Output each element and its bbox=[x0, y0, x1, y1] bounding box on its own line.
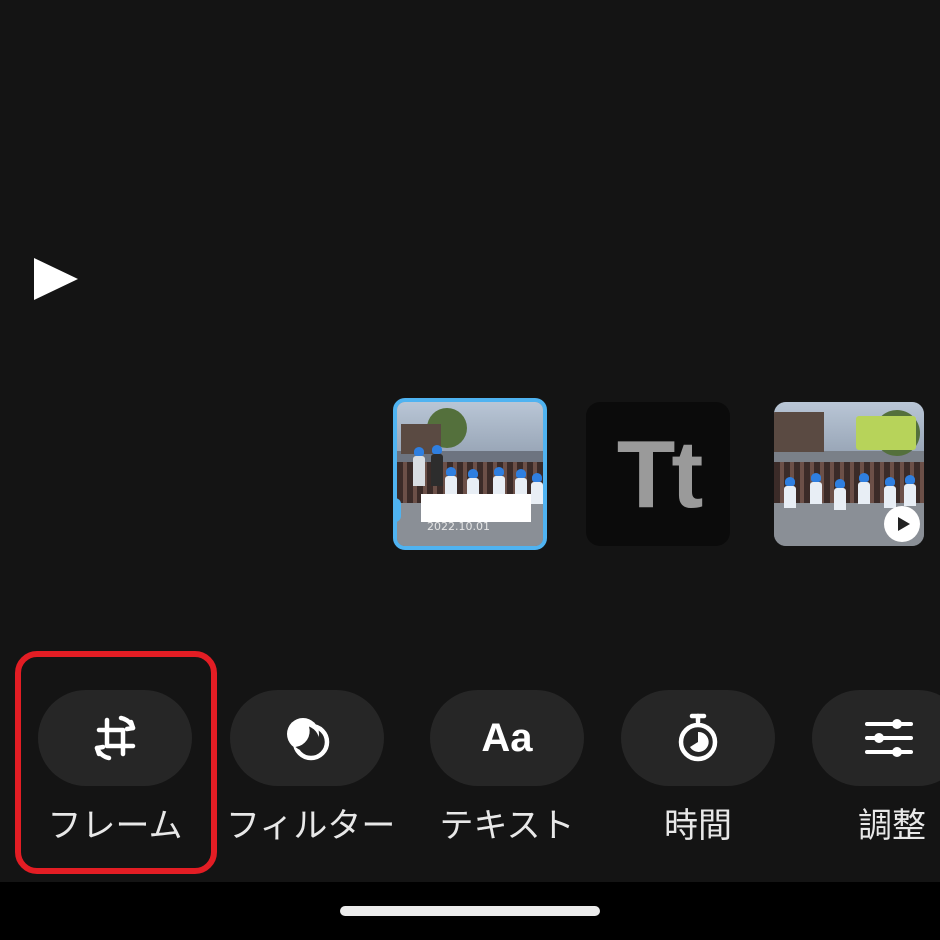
sign-board bbox=[856, 416, 916, 450]
home-indicator[interactable] bbox=[340, 906, 600, 916]
video-play-badge bbox=[884, 506, 920, 542]
tool-filter[interactable]: フィルター bbox=[226, 690, 395, 847]
play-button[interactable] bbox=[34, 258, 82, 304]
timeline-clip-photo[interactable]: 2022.10.01 bbox=[393, 398, 547, 550]
stopwatch-icon bbox=[678, 713, 718, 762]
tool-time-pill[interactable] bbox=[621, 690, 775, 786]
tool-text[interactable]: Aa テキスト bbox=[430, 690, 584, 847]
tool-frame[interactable]: フレーム bbox=[38, 690, 192, 847]
tool-adjust[interactable]: 調整 bbox=[812, 690, 940, 847]
filter-circles-icon bbox=[287, 718, 330, 761]
tool-adjust-label: 調整 bbox=[858, 806, 926, 846]
tool-frame-label: フレーム bbox=[47, 806, 183, 846]
text-aa-icon: Aa bbox=[481, 715, 533, 760]
tool-time-label: 時間 bbox=[664, 806, 732, 846]
sliders-icon bbox=[865, 719, 913, 757]
tool-text-label: テキスト bbox=[439, 806, 575, 846]
play-icon bbox=[897, 517, 910, 531]
crop-rotate-icon bbox=[94, 715, 136, 761]
tool-time[interactable]: 時間 bbox=[621, 690, 775, 847]
clip-trim-handle[interactable] bbox=[397, 498, 401, 522]
tool-filter-label: フィルター bbox=[226, 806, 396, 846]
text-clip-glyph: Tt bbox=[616, 421, 704, 528]
timeline-clip-text[interactable]: Tt bbox=[586, 402, 730, 546]
date-stamp: 2022.10.01 bbox=[427, 520, 490, 533]
tool-filter-pill[interactable] bbox=[230, 690, 384, 786]
play-icon bbox=[34, 258, 78, 300]
tool-frame-pill[interactable] bbox=[38, 690, 192, 786]
timeline-clip-video[interactable] bbox=[774, 402, 924, 546]
redaction-label bbox=[421, 494, 531, 522]
tool-text-pill[interactable]: Aa bbox=[430, 690, 584, 786]
tool-adjust-pill[interactable] bbox=[812, 690, 940, 786]
